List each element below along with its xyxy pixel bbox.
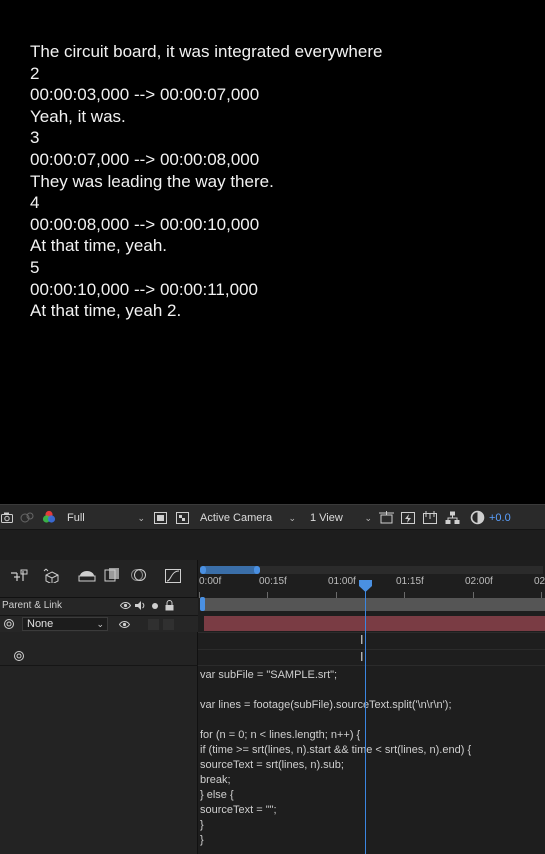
column-header: Parent & Link — [0, 597, 198, 615]
frame-blending-icon[interactable] — [104, 568, 120, 582]
work-area-bar[interactable] — [202, 598, 545, 611]
resolution-value: Full — [67, 512, 85, 524]
resolution-dropdown[interactable]: Full ⌄ — [64, 509, 148, 527]
code-line: } — [200, 819, 204, 831]
current-time-indicator-icon[interactable] — [359, 580, 372, 592]
lock-toggle[interactable] — [163, 619, 174, 630]
code-line: var lines = footage(subFile).sourceText.… — [200, 699, 452, 711]
ruler-tick-label: 02 — [534, 576, 545, 587]
code-line: break; — [200, 774, 231, 786]
subtitle-line: At that time, yeah 2. — [30, 301, 182, 321]
chevron-down-icon: ⌄ — [96, 619, 104, 629]
timeline-icon[interactable] — [423, 511, 438, 525]
subtitle-line: 3 — [30, 128, 40, 148]
camera-value: Active Camera — [200, 512, 273, 524]
track-divider — [198, 665, 545, 666]
parent-link-header: Parent & Link — [2, 600, 63, 611]
motion-blur-icon[interactable] — [131, 568, 147, 582]
region-of-interest-icon[interactable] — [154, 512, 167, 524]
graph-editor-icon[interactable] — [165, 569, 181, 583]
composition-flowchart-icon[interactable] — [10, 568, 28, 582]
subtitle-line: They was leading the way there. — [30, 171, 274, 191]
time-navigator-thumb[interactable] — [200, 566, 260, 574]
exposure-value[interactable]: +0.0 — [489, 509, 511, 527]
expression-editor[interactable]: var subFile = "SAMPLE.srt"; var lines = … — [200, 668, 471, 848]
row-divider — [0, 665, 198, 666]
layer-row[interactable]: None ⌄ — [0, 615, 198, 632]
subtitle-line: 00:00:08,000 --> 00:00:10,000 — [30, 214, 260, 234]
transparency-grid-icon[interactable] — [176, 512, 189, 524]
subtitle-text-block: The circuit board, it was integrated eve… — [30, 41, 382, 322]
track-divider — [198, 632, 545, 633]
timeline-panel: Parent & Link None ⌄ 0:00f 00:15f 01:00f… — [0, 560, 545, 854]
flowchart-icon[interactable] — [445, 511, 460, 525]
subtitle-line: 00:00:07,000 --> 00:00:08,000 — [30, 149, 260, 169]
work-area-start-handle[interactable] — [200, 597, 205, 611]
code-line: sourceText = srt(lines, n).sub; — [200, 759, 344, 771]
track-divider — [198, 649, 545, 650]
navigator-start-handle[interactable] — [200, 566, 206, 574]
pick-whip-icon[interactable] — [3, 618, 15, 630]
expression-pick-whip-icon[interactable] — [13, 650, 25, 662]
viewer-toolbar: Full ⌄ Active Camera ⌄ 1 View ⌄ +0.0 — [0, 504, 545, 530]
draft-3d-icon[interactable] — [43, 568, 61, 583]
subtitle-line: At that time, yeah. — [30, 236, 168, 256]
subtitle-line: 00:00:03,000 --> 00:00:07,000 — [30, 85, 260, 105]
composition-viewer[interactable]: The circuit board, it was integrated eve… — [0, 0, 545, 504]
view-layout-value: 1 View — [310, 512, 343, 524]
layer-outline-pane: Parent & Link None ⌄ — [0, 560, 198, 854]
subtitle-line: 5 — [30, 257, 40, 277]
code-line: sourceText = ""; — [200, 804, 277, 816]
panel-divider — [0, 530, 545, 560]
code-line: } else { — [200, 789, 234, 801]
audio-speaker-icon[interactable] — [134, 600, 145, 611]
code-line: var subFile = "SAMPLE.srt"; — [200, 669, 338, 681]
show-snapshot-icon[interactable] — [20, 511, 36, 524]
solo-dot-icon[interactable] — [151, 602, 159, 610]
ruler-tick-label: 0:00f — [199, 576, 222, 587]
subtitle-line: 4 — [30, 193, 40, 213]
ruler-tick-label: 02:00f — [465, 576, 493, 587]
layer-duration-bar[interactable] — [204, 616, 545, 631]
text-cursor-icon: I — [360, 633, 364, 647]
code-line: if (time >= srt(lines, n).start && time … — [200, 744, 472, 756]
subtitle-line: 00:00:10,000 --> 00:00:11,000 — [30, 279, 258, 299]
code-line: for (n = 0; n < lines.length; n++) { — [200, 729, 361, 741]
fast-previews-icon[interactable] — [401, 511, 416, 525]
solo-toggle[interactable] — [148, 619, 159, 630]
navigator-end-handle[interactable] — [254, 566, 260, 574]
parent-select[interactable]: None ⌄ — [22, 617, 108, 631]
video-eye-icon[interactable] — [120, 601, 131, 610]
property-row — [0, 648, 198, 665]
code-line: } — [200, 834, 204, 846]
shy-layers-icon[interactable] — [78, 568, 96, 582]
view-layout-dropdown[interactable]: 1 View ⌄ — [307, 509, 375, 527]
ruler-tick-label: 00:15f — [259, 576, 287, 587]
subtitle-line: 2 — [30, 63, 40, 83]
color-channels-icon[interactable] — [42, 510, 56, 524]
chevron-down-icon: ⌄ — [288, 513, 296, 523]
ruler-tick-label: 01:15f — [396, 576, 424, 587]
parent-select-value: None — [27, 618, 54, 630]
subtitle-line: Yeah, it was. — [30, 106, 126, 126]
video-eye-icon[interactable] — [119, 620, 130, 629]
lock-icon[interactable] — [165, 600, 174, 611]
timeline-graph-pane: 0:00f 00:15f 01:00f 01:15f 02:00f 02 var… — [198, 560, 545, 854]
text-cursor-icon: I — [360, 650, 364, 664]
time-navigator[interactable] — [200, 566, 543, 574]
ruler-tick-label: 01:00f — [328, 576, 356, 587]
current-time-indicator-line[interactable] — [365, 582, 366, 854]
camera-dropdown[interactable]: Active Camera ⌄ — [197, 509, 299, 527]
chevron-down-icon: ⌄ — [137, 513, 145, 523]
toggle-pixel-aspect-icon[interactable] — [379, 511, 394, 525]
reset-exposure-icon[interactable] — [470, 510, 485, 525]
snapshot-camera-icon[interactable] — [1, 512, 13, 523]
subtitle-line: The circuit board, it was integrated eve… — [30, 42, 383, 61]
chevron-down-icon: ⌄ — [364, 513, 372, 523]
